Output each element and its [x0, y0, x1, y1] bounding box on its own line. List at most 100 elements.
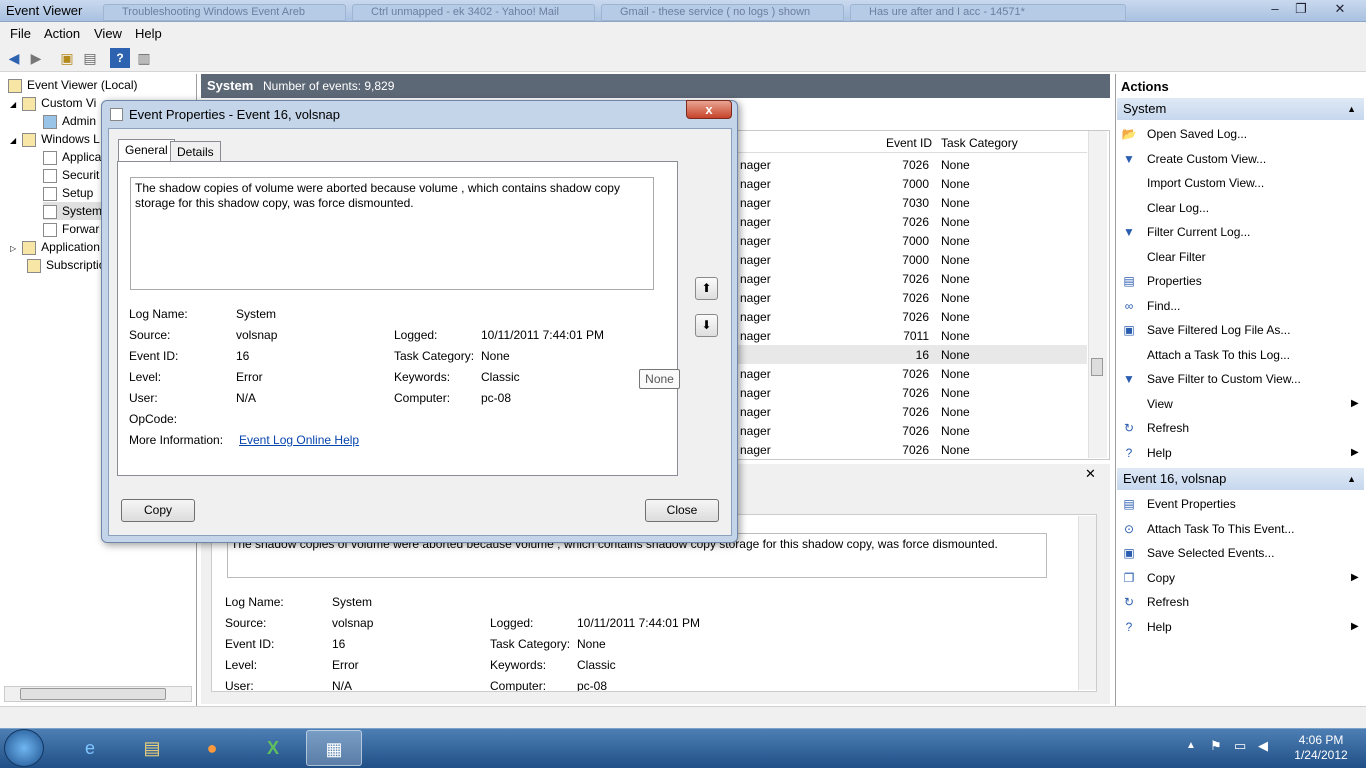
show-hide-action-pane-icon[interactable]: ▥ — [134, 48, 154, 68]
tree-item-root[interactable]: Event Viewer (Local) — [8, 76, 138, 94]
tree-item-admin[interactable]: Admin — [43, 112, 96, 130]
start-button[interactable] — [4, 729, 44, 767]
log-icon — [43, 204, 57, 219]
forward-icon[interactable]: ▶ — [26, 48, 46, 68]
menu-help[interactable]: Help — [135, 26, 162, 41]
scrollbar-thumb[interactable] — [20, 688, 166, 700]
action-item[interactable]: Clear Filter — [1121, 246, 1361, 268]
copy-button[interactable]: Copy — [121, 499, 195, 522]
firefox-icon[interactable]: ● — [184, 730, 240, 766]
action-item[interactable]: ? Help ▶ — [1121, 442, 1361, 464]
cell-source: nager — [740, 253, 771, 267]
event-id-value: 16 — [236, 349, 250, 363]
tree-item-security[interactable]: Securit — [43, 166, 99, 184]
action-item[interactable]: ▼ Create Custom View... — [1121, 148, 1361, 170]
tab-general[interactable]: General — [118, 139, 175, 162]
cell-event-id: 7026 — [902, 405, 929, 419]
next-event-button[interactable]: ⬇ — [695, 314, 718, 337]
close-preview-icon[interactable]: ✕ — [1085, 466, 1096, 482]
action-item[interactable]: ▼ Filter Current Log... — [1121, 221, 1361, 243]
show-hidden-icons-icon[interactable]: ▲ — [1186, 740, 1196, 751]
action-item[interactable]: Attach a Task To this Log... — [1121, 344, 1361, 366]
action-item[interactable]: View ▶ — [1121, 393, 1361, 415]
minimize-button[interactable]: – — [1262, 0, 1288, 18]
cell-event-id: 7026 — [902, 424, 929, 438]
action-item[interactable]: ▤ Properties — [1121, 270, 1361, 292]
value: N/A — [332, 679, 353, 691]
label: Computer: — [490, 679, 547, 691]
action-item[interactable]: Import Custom View... — [1121, 172, 1361, 194]
close-window-button[interactable]: ✕ — [1326, 0, 1354, 18]
help-icon[interactable]: ? — [110, 48, 130, 68]
menu-view[interactable]: View — [94, 26, 122, 41]
close-button[interactable]: Close — [645, 499, 719, 522]
show-hide-tree-icon[interactable]: ▤ — [80, 48, 100, 68]
tree-item-forwarded[interactable]: Forwar — [43, 220, 99, 238]
cell-event-id: 7030 — [902, 196, 929, 210]
action-item[interactable]: ❐ Copy ▶ — [1121, 567, 1361, 589]
scrollbar-thumb[interactable] — [1091, 358, 1103, 376]
column-header-task-category[interactable]: Task Category — [941, 136, 1018, 156]
action-item[interactable]: ? Help ▶ — [1121, 616, 1361, 638]
action-item[interactable]: ∞ Find... — [1121, 295, 1361, 317]
value: pc-08 — [577, 679, 608, 691]
tree-item-setup[interactable]: Setup — [43, 184, 93, 202]
tree-item-windows-logs[interactable]: ◢ Windows L — [10, 130, 100, 148]
actions-section-event[interactable]: Event 16, volsnap ▲ — [1117, 468, 1364, 490]
event-log-online-help-link[interactable]: Event Log Online Help — [239, 433, 359, 447]
folder-up-icon[interactable]: ▣ — [57, 48, 77, 68]
action-label: Filter Current Log... — [1147, 225, 1251, 239]
tree-item-application[interactable]: Applica — [43, 148, 101, 166]
action-label: Create Custom View... — [1147, 151, 1267, 166]
excel-icon[interactable]: X — [245, 730, 301, 766]
logged-value: 10/11/2011 7:44:01 PM — [481, 328, 604, 342]
label: Logged: — [490, 616, 534, 630]
action-item[interactable]: ⊙ Attach Task To This Event... — [1121, 518, 1361, 540]
action-center-flag-icon[interactable]: ⚑ — [1210, 738, 1222, 754]
action-label: Copy — [1147, 570, 1176, 585]
tab-details[interactable]: Details — [170, 141, 221, 163]
action-item[interactable]: ▤ Event Properties — [1121, 493, 1361, 515]
volume-icon[interactable]: ◀ — [1258, 738, 1268, 754]
dialog-app-icon — [110, 108, 123, 121]
clock[interactable]: 4:06 PM 1/24/2012 — [1283, 733, 1359, 763]
network-icon[interactable]: ▭ — [1234, 738, 1246, 754]
action-item[interactable]: ▣ Save Filtered Log File As... — [1121, 319, 1361, 341]
explorer-icon[interactable]: ▤ — [124, 730, 180, 766]
log-icon — [43, 150, 57, 165]
filter-icon — [43, 114, 57, 129]
event-viewer-taskbar-icon[interactable]: ▦ — [306, 730, 362, 766]
cell-task-category: None — [941, 310, 970, 324]
action-item[interactable]: Clear Log... — [1121, 197, 1361, 219]
label: Level: — [129, 370, 162, 384]
internet-explorer-icon[interactable]: e — [62, 730, 118, 766]
value: Classic — [577, 658, 616, 672]
actions-section-system[interactable]: System ▲ — [1117, 98, 1364, 120]
action-item[interactable]: ↻ Refresh — [1121, 591, 1361, 613]
label: Source: — [129, 328, 171, 342]
menu-file[interactable]: File — [10, 26, 31, 41]
tree-item-custom-views[interactable]: ◢ Custom Vi — [10, 94, 96, 112]
back-icon[interactable]: ◀ — [4, 48, 24, 68]
action-item[interactable]: ↻ Refresh — [1121, 417, 1361, 439]
submenu-arrow-icon: ▶ — [1351, 446, 1359, 458]
dialog-close-button[interactable]: x — [686, 100, 732, 119]
action-item[interactable]: ▣ Save Selected Events... — [1121, 542, 1361, 564]
copy-icon: ❐ — [1123, 570, 1135, 585]
column-header-event-id[interactable]: Event ID — [886, 136, 932, 156]
label: Task Category: — [490, 637, 571, 651]
tree-item-system[interactable]: System — [43, 202, 103, 220]
action-item[interactable]: ▼ Save Filter to Custom View... — [1121, 368, 1361, 390]
previous-event-button[interactable]: ⬆ — [695, 277, 718, 300]
event-list-scrollbar[interactable] — [1088, 131, 1107, 458]
menu-action[interactable]: Action — [44, 26, 80, 41]
event-message[interactable]: The shadow copies of volume were aborted… — [130, 177, 654, 290]
action-label: Save Filter to Custom View... — [1147, 372, 1301, 386]
tree-item-applications-services[interactable]: ▷ Application — [10, 238, 100, 256]
folder-icon: 📂 — [1121, 127, 1137, 141]
menu-bar — [0, 22, 1366, 44]
action-item[interactable]: 📂 Open Saved Log... — [1121, 123, 1361, 145]
maximize-button[interactable]: ❐ — [1288, 0, 1314, 18]
preview-scrollbar[interactable] — [1078, 516, 1096, 690]
tree-item-subscriptions[interactable]: Subscriptio — [27, 256, 105, 274]
